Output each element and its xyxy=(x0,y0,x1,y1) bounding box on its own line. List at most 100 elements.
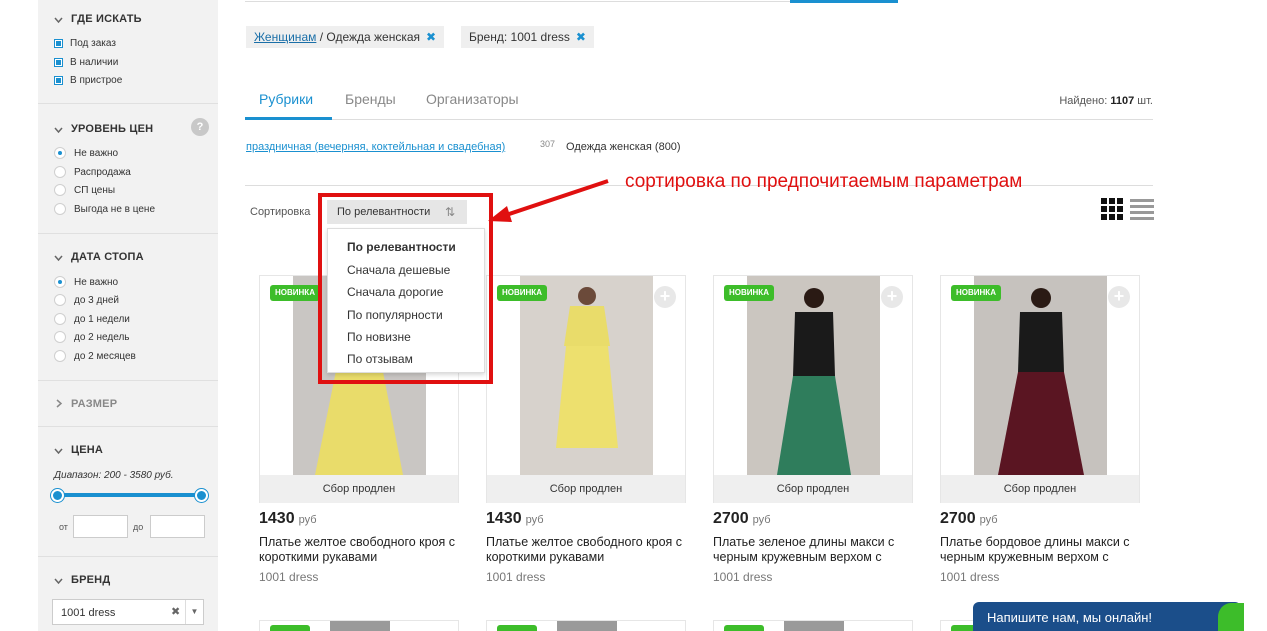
search-button[interactable] xyxy=(790,0,898,3)
results-unit: шт. xyxy=(1134,95,1153,107)
annotation-text: сортировка по предпочитаемым параметрам xyxy=(625,171,1023,192)
radio-icon[interactable] xyxy=(54,147,66,159)
product-title[interactable]: Платье зеленое длины макси с черным круж… xyxy=(713,535,923,566)
price-slider[interactable] xyxy=(57,493,201,497)
radio-icon[interactable] xyxy=(54,184,66,196)
annotation-highlight-box xyxy=(318,193,493,384)
radio-price-any[interactable]: Не важно xyxy=(54,147,118,159)
radio-sale[interactable]: Распродажа xyxy=(54,166,131,178)
add-to-favorites-icon[interactable]: + xyxy=(1108,286,1130,308)
product-brand: 1001 dress xyxy=(713,570,773,584)
option-label: Не важно xyxy=(74,147,119,159)
radio-1-week[interactable]: до 1 недели xyxy=(54,313,130,325)
product-card[interactable]: НОВИНКА + Сбор продлен xyxy=(940,275,1140,503)
new-badge: НОВИНКА xyxy=(951,285,1001,301)
new-badge: НОВИНКА xyxy=(270,285,320,301)
radio-2-months[interactable]: до 2 месяцев xyxy=(54,350,136,362)
radio-2-weeks[interactable]: до 2 недель xyxy=(54,331,130,343)
list-view-icon[interactable] xyxy=(1130,198,1154,220)
section-title-size[interactable]: РАЗМЕР xyxy=(71,398,117,410)
chevron-down-icon[interactable] xyxy=(54,577,63,585)
chip-text: / Одежда женская xyxy=(316,30,421,44)
add-to-favorites-icon[interactable]: + xyxy=(881,286,903,308)
product-image[interactable] xyxy=(557,621,617,631)
product-image[interactable] xyxy=(974,276,1107,475)
rubric-link-festive[interactable]: праздничная (вечерняя, коктейльная и сва… xyxy=(246,141,505,153)
product-card[interactable] xyxy=(713,620,913,631)
chevron-right-icon[interactable] xyxy=(55,399,63,408)
product-title[interactable]: Платье желтое свободного кроя с коротким… xyxy=(486,535,696,566)
checkbox-pristroy[interactable]: В пристрое xyxy=(54,75,122,86)
product-card[interactable]: НОВИНКА + Сбор продлен xyxy=(486,275,686,503)
radio-stop-any[interactable]: Не важно xyxy=(54,276,118,288)
checkbox-order[interactable]: Под заказ xyxy=(54,38,116,49)
checkbox-in-stock[interactable]: В наличии xyxy=(54,57,118,68)
radio-icon[interactable] xyxy=(54,294,66,306)
price-value: 2700 xyxy=(713,510,749,527)
chat-widget-button[interactable]: Напишите нам, мы онлайн! xyxy=(973,602,1241,631)
divider xyxy=(38,103,218,104)
option-label: Выгода не в цене xyxy=(74,203,156,215)
product-title[interactable]: Платье желтое свободного кроя с коротким… xyxy=(259,535,469,566)
section-title-where: ГДЕ ИСКАТЬ xyxy=(71,13,142,25)
product-image[interactable] xyxy=(330,621,390,631)
help-icon[interactable]: ? xyxy=(191,118,209,136)
radio-icon[interactable] xyxy=(54,166,66,178)
rubric-current: Одежда женская (800) xyxy=(566,141,681,153)
close-icon[interactable]: ✖ xyxy=(426,30,436,44)
section-title-price: ЦЕНА xyxy=(71,444,104,456)
option-label: СП цены xyxy=(74,184,116,196)
tab-brands[interactable]: Бренды xyxy=(345,91,396,107)
chevron-down-icon[interactable] xyxy=(54,126,63,134)
tab-organizers[interactable]: Организаторы xyxy=(426,91,519,107)
checkbox-icon[interactable] xyxy=(54,39,63,48)
option-label: В наличии xyxy=(70,57,119,68)
radio-icon[interactable] xyxy=(54,203,66,215)
tab-rubrics[interactable]: Рубрики xyxy=(259,91,313,107)
results-number: 1107 xyxy=(1110,95,1135,107)
price-value: 1430 xyxy=(259,510,295,527)
product-price: 1430 руб xyxy=(259,510,317,528)
section-title-stop-date: ДАТА СТОПА xyxy=(71,251,144,263)
filter-chip-category: Женщинам / Одежда женская ✖ xyxy=(246,26,445,48)
radio-icon[interactable] xyxy=(54,350,66,362)
slider-min-handle[interactable] xyxy=(51,489,64,502)
chevron-down-icon[interactable]: ▼ xyxy=(185,600,203,624)
product-image[interactable] xyxy=(747,276,880,475)
chevron-down-icon[interactable] xyxy=(54,16,63,24)
price-to-input[interactable] xyxy=(150,515,205,538)
price-currency: руб xyxy=(525,514,544,526)
radio-icon[interactable] xyxy=(54,276,66,288)
product-image[interactable] xyxy=(520,276,653,475)
checkbox-icon[interactable] xyxy=(54,76,63,85)
search-input[interactable] xyxy=(245,0,790,2)
radio-sp-price[interactable]: СП цены xyxy=(54,184,115,196)
filter-chip-brand: Бренд: 1001 dress ✖ xyxy=(461,26,594,48)
chevron-down-icon[interactable] xyxy=(54,254,63,262)
divider xyxy=(38,380,218,381)
product-card[interactable]: НОВИНКА + Сбор продлен xyxy=(713,275,913,503)
sort-label: Сортировка xyxy=(250,206,311,218)
product-card[interactable] xyxy=(259,620,459,631)
price-currency: руб xyxy=(298,514,317,526)
option-label: до 2 недель xyxy=(74,331,130,343)
chevron-down-icon[interactable] xyxy=(54,447,63,455)
radio-benefit[interactable]: Выгода не в цене xyxy=(54,203,155,215)
active-tab-indicator xyxy=(245,117,332,120)
divider xyxy=(245,119,1153,120)
brand-select[interactable]: 1001 dress ✖ ▼ xyxy=(52,599,204,625)
product-card[interactable] xyxy=(486,620,686,631)
radio-3-days[interactable]: до 3 дней xyxy=(54,294,119,306)
grid-view-icon[interactable] xyxy=(1101,198,1123,220)
add-to-favorites-icon[interactable]: + xyxy=(654,286,676,308)
price-from-input[interactable] xyxy=(73,515,128,538)
breadcrumb-link-women[interactable]: Женщинам xyxy=(254,30,316,44)
radio-icon[interactable] xyxy=(54,313,66,325)
radio-icon[interactable] xyxy=(54,331,66,343)
product-image[interactable] xyxy=(784,621,844,631)
slider-max-handle[interactable] xyxy=(195,489,208,502)
close-icon[interactable]: ✖ xyxy=(576,30,586,44)
product-title[interactable]: Платье бордовое длины макси с черным кру… xyxy=(940,535,1150,566)
checkbox-icon[interactable] xyxy=(54,58,63,67)
clear-icon[interactable]: ✖ xyxy=(171,605,180,618)
